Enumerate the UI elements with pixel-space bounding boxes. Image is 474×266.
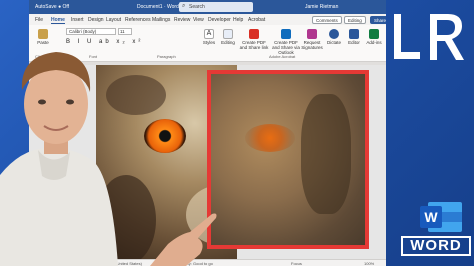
group-acrobat: Adobe Acrobat	[269, 54, 296, 59]
editing-label: Editing	[221, 40, 235, 45]
presenter-photo	[0, 52, 118, 266]
create-pdf-outlook-button[interactable]: Create PDF and Share via Outlook	[271, 29, 301, 55]
comments-button[interactable]: Comments	[312, 16, 342, 24]
request-signatures-button[interactable]: Request Signatures	[301, 29, 323, 50]
user-name[interactable]: Jamie Rietman	[305, 4, 338, 10]
editor-icon	[349, 29, 359, 39]
thumbnail-stage: AutoSave ● Off Document1 · Word ⌕ Search…	[0, 0, 474, 266]
search-placeholder: Search	[189, 4, 205, 10]
status-zoom[interactable]: 100%	[364, 261, 374, 266]
tab-mailings[interactable]: Mailings	[152, 17, 170, 23]
word-label: WORD	[401, 236, 471, 256]
addins-button[interactable]: Add-ins	[365, 29, 383, 45]
tab-developer[interactable]: Developer	[208, 17, 231, 23]
styles-button[interactable]: A Styles	[201, 29, 217, 45]
status-focus[interactable]: Focus	[291, 261, 302, 266]
document-title: Document1 · Word	[137, 4, 179, 10]
create-pdf-outlook-label: Create PDF and Share via Outlook	[272, 40, 300, 55]
tab-view[interactable]: View	[193, 17, 204, 23]
styles-label: Styles	[202, 40, 216, 45]
signature-icon	[307, 29, 317, 39]
share-button[interactable]: Share	[370, 16, 386, 24]
editing-button[interactable]: Editing	[219, 29, 237, 45]
blurred-owl-eye	[245, 124, 295, 152]
pdf-icon	[249, 29, 259, 39]
lr-logo	[394, 14, 464, 60]
addins-icon	[369, 29, 379, 39]
tab-help[interactable]: Help	[233, 17, 243, 23]
tab-review[interactable]: Review	[174, 17, 190, 23]
svg-text:W: W	[424, 209, 438, 225]
blurred-image-highlight[interactable]	[207, 70, 369, 249]
search-icon: ⌕	[182, 3, 186, 9]
create-pdf-label: Create PDF and Share link	[239, 40, 269, 50]
editor-label: Editor	[348, 40, 360, 45]
request-signatures-label: Request Signatures	[301, 40, 323, 50]
tab-acrobat[interactable]: Acrobat	[248, 17, 265, 23]
blur-dark-region	[301, 94, 351, 214]
editor-button[interactable]: Editor	[345, 29, 363, 45]
find-icon	[223, 29, 233, 39]
owl-eye	[144, 119, 186, 153]
microphone-icon	[329, 29, 339, 39]
tab-references[interactable]: References	[125, 17, 151, 23]
search-box[interactable]: ⌕ Search	[179, 2, 253, 12]
group-paragraph: Paragraph	[157, 54, 176, 59]
dictate-label: Dictate	[326, 40, 341, 45]
outlook-icon	[281, 29, 291, 39]
create-pdf-share-link-button[interactable]: Create PDF and Share link	[239, 29, 269, 50]
pointing-hand	[150, 213, 217, 266]
font-size-select[interactable]: 11	[118, 28, 132, 35]
styles-icon: A	[204, 29, 214, 39]
editing-mode-button[interactable]: Editing	[344, 16, 366, 24]
dictate-button[interactable]: Dictate	[325, 29, 343, 45]
addins-label: Add-ins	[366, 40, 382, 45]
